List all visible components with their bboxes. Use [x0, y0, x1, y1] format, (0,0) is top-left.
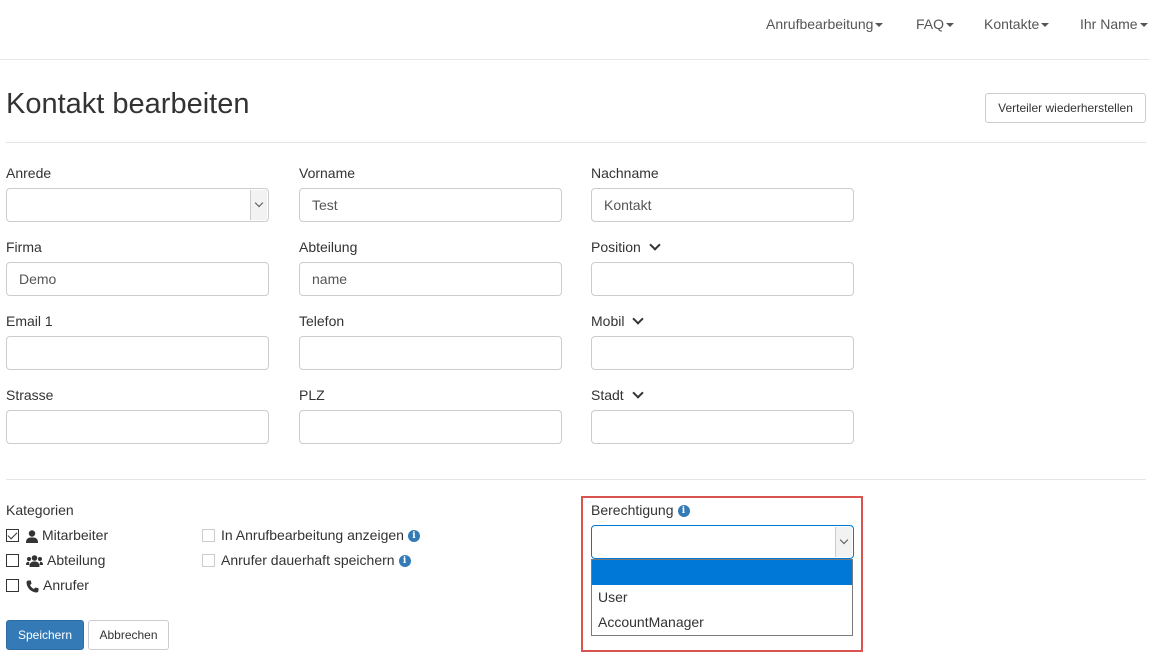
abteilung-label: Abteilung [299, 239, 358, 255]
nav-label: Anrufbearbeitung [766, 16, 874, 32]
strasse-label: Strasse [6, 387, 54, 403]
stadt-label-row: Stadt [591, 387, 644, 403]
mobil-label: Mobil [591, 313, 625, 329]
info-icon[interactable]: i [407, 530, 420, 543]
info-icon[interactable]: i [677, 505, 690, 518]
caret-down-icon [1139, 23, 1148, 28]
restore-distribution-button[interactable]: Verteiler wiederherstellen [985, 93, 1146, 123]
dropdown-option-accountmanager[interactable]: AccountManager [592, 610, 852, 635]
kategorien-label: Kategorien [6, 502, 74, 518]
strasse-input[interactable] [6, 410, 269, 444]
nachname-label: Nachname [591, 165, 659, 181]
firma-input[interactable] [6, 262, 269, 296]
users-icon [26, 555, 43, 568]
position-label-row: Position [591, 239, 661, 255]
plz-input[interactable] [299, 410, 562, 444]
anrufer-option: Anrufer [26, 577, 89, 593]
abteilung-input[interactable] [299, 262, 562, 296]
berechtigung-label-row: Berechtigung i [591, 502, 690, 518]
nav-user-menu[interactable]: Ihr Name [1080, 16, 1148, 32]
mobil-input[interactable] [591, 336, 854, 370]
berechtigung-select[interactable] [591, 525, 854, 559]
mitarbeiter-option: Mitarbeiter [26, 527, 108, 543]
plz-label: PLZ [299, 387, 325, 403]
cancel-button[interactable]: Abbrechen [88, 620, 169, 650]
berechtigung-dropdown-list: User AccountManager [591, 559, 853, 636]
chevron-down-icon[interactable] [632, 387, 644, 399]
vorname-input[interactable] [299, 188, 562, 222]
nav-label: Kontakte [984, 16, 1040, 32]
email1-label: Email 1 [6, 313, 53, 329]
info-icon[interactable]: i [398, 555, 411, 568]
mitarbeiter-checkbox[interactable] [6, 529, 19, 542]
phone-icon [26, 580, 39, 593]
nav-kontakte[interactable]: Kontakte [984, 16, 1050, 32]
dropdown-option-user[interactable]: User [592, 585, 852, 610]
chevron-down-icon[interactable] [649, 239, 661, 251]
save-caller-permanently-option: Anrufer dauerhaft speichern i [221, 552, 411, 568]
berechtigung-label: Berechtigung [591, 502, 674, 518]
header-divider [6, 142, 1146, 143]
abteilung-cat-label: Abteilung [47, 552, 106, 568]
vorname-label: Vorname [299, 165, 356, 181]
dropdown-option-empty[interactable] [592, 560, 852, 585]
nav-faq[interactable]: FAQ [916, 16, 955, 32]
show-in-call-handling-checkbox[interactable] [202, 529, 215, 542]
position-input[interactable] [591, 262, 854, 296]
nav-anrufbearbeitung[interactable]: Anrufbearbeitung [766, 16, 884, 32]
nav-label: Ihr Name [1080, 16, 1138, 32]
nachname-input[interactable] [591, 188, 854, 222]
abteilung-checkbox[interactable] [6, 554, 19, 567]
stadt-input[interactable] [591, 410, 854, 444]
chevron-down-icon [835, 527, 852, 557]
stadt-label: Stadt [591, 387, 624, 403]
telefon-input[interactable] [299, 336, 562, 370]
chevron-down-icon[interactable] [632, 313, 645, 325]
anrufer-checkbox[interactable] [6, 579, 19, 592]
nav-label: FAQ [916, 16, 945, 32]
caret-down-icon [946, 23, 955, 28]
caret-down-icon [875, 23, 884, 28]
save-caller-permanently-checkbox[interactable] [202, 554, 215, 567]
firma-label: Firma [6, 239, 42, 255]
save-button[interactable]: Speichern [6, 620, 84, 650]
user-icon [26, 530, 38, 543]
show-in-call-handling-label: In Anrufbearbeitung anzeigen [221, 527, 404, 543]
position-label: Position [591, 239, 641, 255]
email1-input[interactable] [6, 336, 269, 370]
mobil-label-row: Mobil [591, 313, 645, 329]
anrede-label: Anrede [6, 165, 52, 181]
caret-down-icon [1041, 23, 1050, 28]
save-caller-permanently-label: Anrufer dauerhaft speichern [221, 552, 395, 568]
chevron-down-icon [250, 190, 267, 220]
page-title: Kontakt bearbeiten [6, 88, 250, 120]
mitarbeiter-label: Mitarbeiter [42, 527, 109, 543]
telefon-label: Telefon [299, 313, 345, 329]
abteilung-option: Abteilung [26, 552, 105, 568]
show-in-call-handling-option: In Anrufbearbeitung anzeigen i [221, 527, 420, 543]
section-divider [6, 479, 1146, 480]
anrede-select[interactable] [6, 188, 269, 222]
anrufer-label: Anrufer [43, 577, 89, 593]
top-navbar: Anrufbearbeitung FAQ Kontakte Ihr Name [0, 0, 1150, 60]
